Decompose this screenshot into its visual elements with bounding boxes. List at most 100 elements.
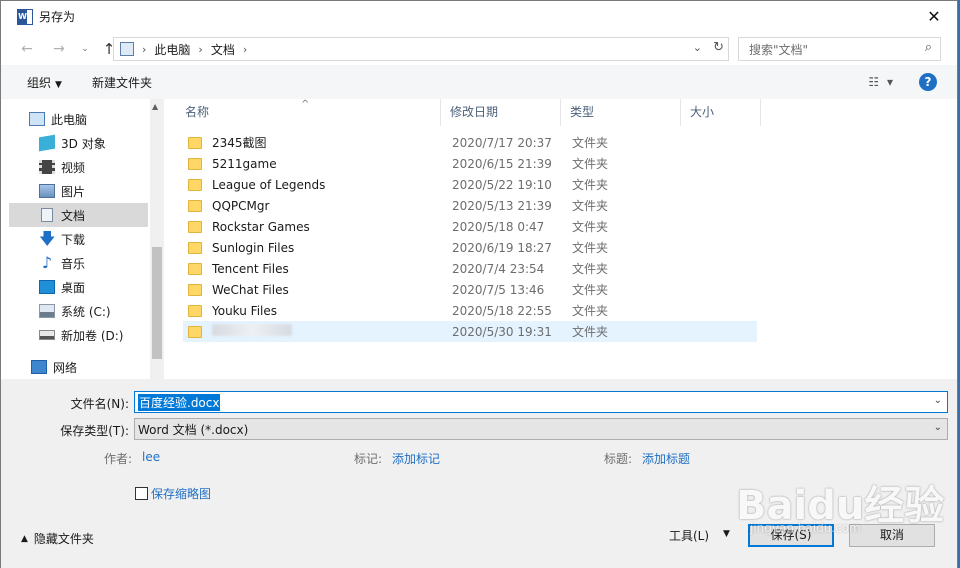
chevron-up-icon: ▲	[21, 533, 28, 544]
file-name: 2345截图	[212, 136, 267, 150]
search-input[interactable]: 搜索"文档" ⌕	[738, 37, 941, 61]
table-row[interactable]: Rockstar Games 2020/5/18 0:47 文件夹	[183, 216, 757, 237]
filename-field[interactable]: 百度经验.docx ⌄	[134, 391, 948, 413]
author-value[interactable]: lee	[142, 450, 160, 464]
table-row[interactable]: Youku Files 2020/5/18 22:55 文件夹	[183, 300, 757, 321]
title-value[interactable]: 添加标题	[642, 450, 690, 467]
folder-icon	[188, 157, 202, 170]
save-thumbnail-label[interactable]: 保存缩略图	[151, 485, 211, 502]
file-name: Tencent Files	[212, 261, 289, 276]
file-name: QQPCMgr	[212, 198, 270, 213]
filetype-select[interactable]: Word 文档 (*.docx) ⌄	[134, 418, 948, 440]
address-bar[interactable]: › 此电脑 › 文档 › ⌄ ↻	[113, 37, 729, 61]
folder-icon	[188, 136, 202, 149]
computer-icon	[120, 42, 134, 56]
sidebar-item-label: 系统 (C:)	[61, 304, 111, 319]
close-button[interactable]: ✕	[911, 1, 957, 32]
file-type: 文件夹	[572, 199, 609, 213]
table-row[interactable]: League of Legends 2020/5/22 19:10 文件夹	[183, 174, 757, 195]
file-type: 文件夹	[572, 304, 609, 318]
table-row[interactable]: 5211game 2020/6/15 21:39 文件夹	[183, 153, 757, 174]
title-bar: 另存为 ✕	[1, 1, 957, 32]
file-date: 2020/7/17 20:37	[452, 135, 552, 150]
table-row[interactable]: QQPCMgr 2020/5/13 21:39 文件夹	[183, 195, 757, 216]
breadcrumb-separator-icon[interactable]: ›	[243, 43, 247, 56]
file-type: 文件夹	[572, 325, 609, 339]
file-date: 2020/5/13 21:39	[452, 198, 552, 213]
organize-menu-button[interactable]: 组织 ▼	[27, 74, 62, 91]
file-name: Youku Files	[212, 303, 278, 318]
help-icon[interactable]: ?	[919, 73, 937, 91]
table-row[interactable]: 2020/5/30 19:31 文件夹	[183, 321, 757, 342]
file-name-blurred	[212, 324, 452, 339]
recent-locations-chevron-icon[interactable]: ⌄	[73, 37, 97, 61]
sidebar-item-label: 网络	[53, 360, 78, 375]
file-date: 2020/6/15 21:39	[452, 156, 552, 171]
view-options-icon[interactable]: ☷ ▾	[868, 75, 895, 89]
drive-icon	[39, 330, 55, 340]
author-label: 作者:	[104, 452, 133, 466]
tags-label: 标记:	[354, 452, 383, 466]
sidebar-item-label: 3D 对象	[61, 136, 106, 151]
breadcrumb-this-pc[interactable]: 此电脑	[154, 41, 190, 58]
address-dropdown-icon[interactable]: ⌄	[693, 41, 702, 54]
column-header-size[interactable]: 大小	[681, 99, 761, 126]
dropdown-caret-icon: ▼	[55, 79, 62, 90]
blurred-name	[212, 324, 292, 336]
desktop-icon	[39, 280, 55, 294]
sidebar-scrollbar[interactable]: ▲	[150, 99, 164, 379]
folder-icon	[188, 262, 202, 275]
network-icon	[31, 360, 47, 374]
column-header-type[interactable]: 类型	[561, 99, 681, 126]
back-arrow-icon[interactable]: ←	[15, 37, 39, 61]
table-row[interactable]: Sunlogin Files 2020/6/19 18:27 文件夹	[183, 237, 757, 258]
table-row[interactable]: 2345截图 2020/7/17 20:37 文件夹	[183, 132, 757, 153]
folder-icon	[188, 283, 202, 296]
filename-value: 百度经验.docx	[138, 393, 221, 411]
sidebar-item-label: 视频	[61, 160, 86, 175]
file-date: 2020/5/22 19:10	[452, 177, 552, 192]
breadcrumb-separator-icon[interactable]: ›	[142, 43, 146, 56]
hide-folders-toggle[interactable]: ▲ 隐藏文件夹	[21, 530, 94, 547]
save-thumbnail-checkbox[interactable]	[135, 487, 148, 500]
file-type: 文件夹	[572, 241, 609, 255]
file-date: 2020/5/18 0:47	[452, 219, 545, 234]
search-icon[interactable]: ⌕	[925, 40, 932, 55]
file-type: 文件夹	[572, 178, 609, 192]
sidebar-item-documents[interactable]: 文档	[9, 203, 148, 227]
word-app-icon	[17, 8, 33, 25]
file-name: 5211game	[212, 156, 277, 171]
folder-icon	[188, 325, 202, 338]
breadcrumb-documents[interactable]: 文档	[211, 41, 235, 58]
scrollbar-thumb[interactable]	[152, 247, 162, 359]
music-note-icon: ♪	[41, 253, 53, 272]
file-name: League of Legends	[212, 177, 326, 192]
table-row[interactable]: WeChat Files 2020/7/5 13:46 文件夹	[183, 279, 757, 300]
sort-ascending-icon: ^	[301, 99, 310, 110]
forward-arrow-icon[interactable]: →	[47, 37, 71, 61]
refresh-icon[interactable]: ↻	[713, 40, 724, 55]
column-name-label: 名称	[185, 105, 210, 119]
scroll-up-arrow-icon[interactable]: ▲	[152, 102, 158, 111]
tags-value[interactable]: 添加标记	[392, 450, 440, 467]
file-date: 2020/7/5 13:46	[452, 282, 545, 297]
tools-menu-button[interactable]: 工具(L)	[669, 527, 709, 544]
file-date: 2020/6/19 18:27	[452, 240, 552, 255]
drive-icon	[39, 304, 55, 318]
folder-icon	[188, 241, 202, 254]
file-type: 文件夹	[572, 220, 609, 234]
dropdown-caret-icon[interactable]: ▼	[723, 529, 730, 539]
chevron-down-icon[interactable]: ⌄	[934, 422, 942, 433]
file-name: WeChat Files	[212, 282, 289, 297]
breadcrumb-separator-icon[interactable]: ›	[198, 43, 202, 56]
column-header-name[interactable]: 名称 ^	[171, 99, 441, 126]
sidebar-item-this-pc[interactable]: 此电脑	[29, 107, 168, 131]
chevron-down-icon[interactable]: ⌄	[934, 395, 942, 406]
file-type: 文件夹	[572, 262, 609, 276]
table-row[interactable]: Tencent Files 2020/7/4 23:54 文件夹	[183, 258, 757, 279]
dialog-title: 另存为	[39, 10, 76, 24]
sidebar-item-label: 此电脑	[51, 112, 88, 127]
column-header-date[interactable]: 修改日期	[441, 99, 561, 126]
file-type: 文件夹	[572, 283, 609, 297]
new-folder-button[interactable]: 新建文件夹	[92, 74, 152, 91]
